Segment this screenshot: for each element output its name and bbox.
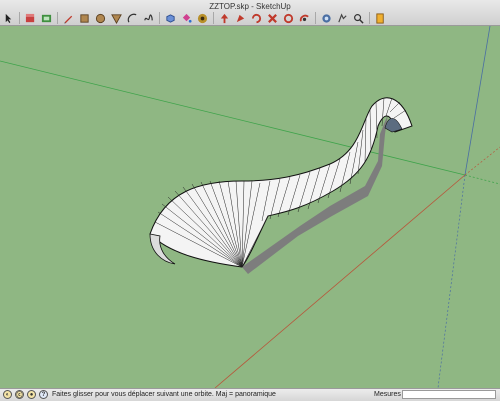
scale-tool-icon[interactable] [266,12,278,24]
ramp-model[interactable] [149,97,413,274]
red-axis-dotted [464,146,500,176]
help-icon[interactable]: ? [39,390,48,399]
toolbar-separator [369,12,370,24]
push-pull-3d-tool-icon[interactable] [218,12,230,24]
rectangle-tool-icon[interactable] [78,12,90,24]
measurements-label: Mesures [374,391,401,398]
credits-icon[interactable]: ⓒ [15,390,24,399]
magnify-tool-icon[interactable] [352,12,364,24]
arc-tool-icon[interactable] [126,12,138,24]
offset-tool-icon[interactable] [282,12,294,24]
modeling-viewport[interactable] [0,26,500,388]
paint-bucket-tool-icon[interactable] [180,12,192,24]
toolbar-separator [19,12,20,24]
move-tool-icon[interactable] [196,12,208,24]
toolbar-separator [315,12,316,24]
push-pull-tool-icon[interactable] [164,12,176,24]
toolbar-separator [213,12,214,24]
toolbar-separator [159,12,160,24]
user-icon[interactable]: ● [27,390,36,399]
toolbar [2,11,390,25]
geo-location-icon[interactable]: ◐ [3,390,12,399]
blue-axis-dotted [437,174,466,388]
measurements-field[interactable] [402,390,496,399]
sketchup-window: ZZTOP.skp - SketchUp ◐ ⓒ ● ? Faites glis… [0,0,500,401]
rotate-tool-icon[interactable] [250,12,262,24]
circle-tool-icon[interactable] [94,12,106,24]
select-tool-icon[interactable] [2,12,14,24]
make-component-icon[interactable] [40,12,52,24]
freehand-tool-icon[interactable] [142,12,154,24]
orbit-tool-icon[interactable] [298,12,310,24]
title-bar: ZZTOP.skp - SketchUp [0,0,500,26]
blue-axis [464,26,491,176]
eraser-tool-icon[interactable] [24,12,36,24]
zoom-tool-icon[interactable] [336,12,348,24]
pencil-tool-icon[interactable] [62,12,74,24]
follow-me-tool-icon[interactable] [234,12,246,24]
status-message: Faites glisser pour vous déplacer suivan… [52,391,276,398]
section-tool-icon[interactable] [374,12,386,24]
green-axis-dotted [464,174,500,185]
window-title: ZZTOP.skp - SketchUp [209,2,291,11]
toolbar-separator [57,12,58,24]
scene-canvas[interactable] [0,26,500,388]
status-bar: ◐ ⓒ ● ? Faites glisser pour vous déplace… [0,388,500,401]
pan-tool-icon[interactable] [320,12,332,24]
polygon-tool-icon[interactable] [110,12,122,24]
